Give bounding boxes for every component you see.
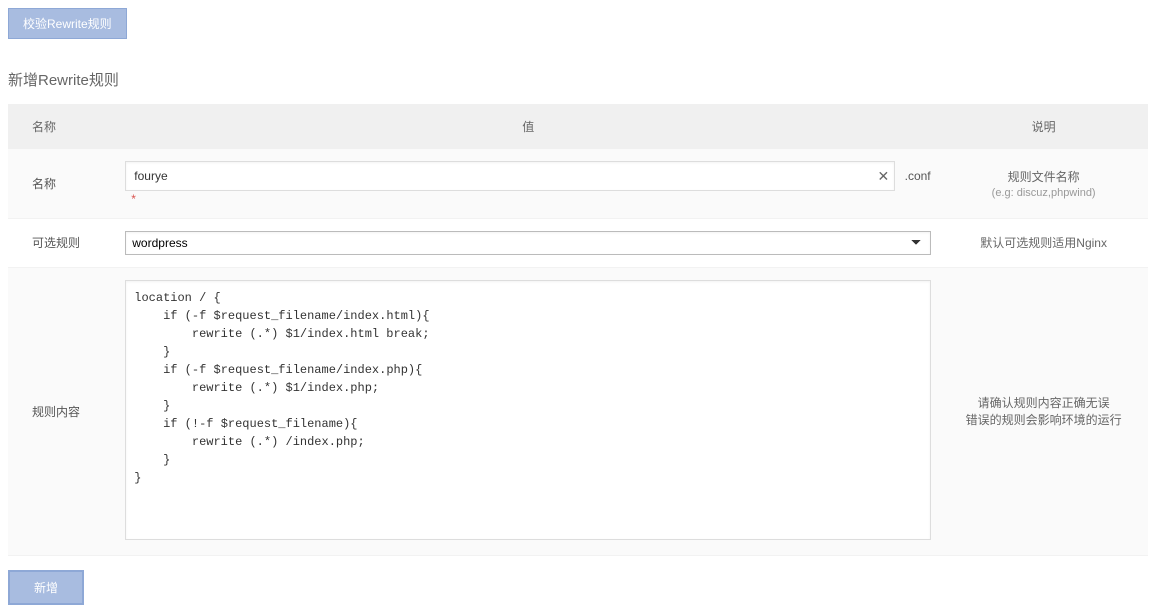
name-input[interactable] bbox=[125, 161, 895, 191]
row-content: 规则内容 location / { if (-f $request_filena… bbox=[8, 267, 1148, 555]
form-table: 名称 值 说明 名称 ✕ .conf * 规则文件名称 (e.g: discuz… bbox=[8, 104, 1148, 556]
th-desc: 说明 bbox=[939, 104, 1148, 149]
th-name: 名称 bbox=[8, 104, 117, 149]
row-optional: 可选规则 wordpress 默认可选规则适用Nginx bbox=[8, 218, 1148, 267]
label-name: 名称 bbox=[8, 149, 117, 218]
row-name: 名称 ✕ .conf * 规则文件名称 (e.g: discuz,phpwind… bbox=[8, 149, 1148, 218]
validate-button[interactable]: 校验Rewrite规则 bbox=[8, 8, 127, 39]
content-desc-line2: 错误的规则会影响环境的运行 bbox=[947, 411, 1140, 428]
th-value: 值 bbox=[117, 104, 939, 149]
label-optional: 可选规则 bbox=[8, 218, 117, 267]
content-desc-line1: 请确认规则内容正确无误 bbox=[947, 394, 1140, 411]
add-button[interactable]: 新增 bbox=[8, 570, 84, 605]
name-suffix: .conf bbox=[905, 169, 931, 183]
section-title: 新增Rewrite规则 bbox=[8, 69, 1158, 90]
optional-desc: 默认可选规则适用Nginx bbox=[980, 236, 1107, 250]
label-content: 规则内容 bbox=[8, 267, 117, 555]
name-desc-eg: (e.g: discuz,phpwind) bbox=[947, 187, 1140, 199]
content-textarea[interactable]: location / { if (-f $request_filename/in… bbox=[125, 280, 931, 540]
required-star: * bbox=[131, 192, 136, 206]
clear-icon[interactable]: ✕ bbox=[878, 169, 890, 183]
name-desc-title: 规则文件名称 bbox=[1008, 170, 1080, 184]
optional-select[interactable]: wordpress bbox=[125, 231, 931, 255]
